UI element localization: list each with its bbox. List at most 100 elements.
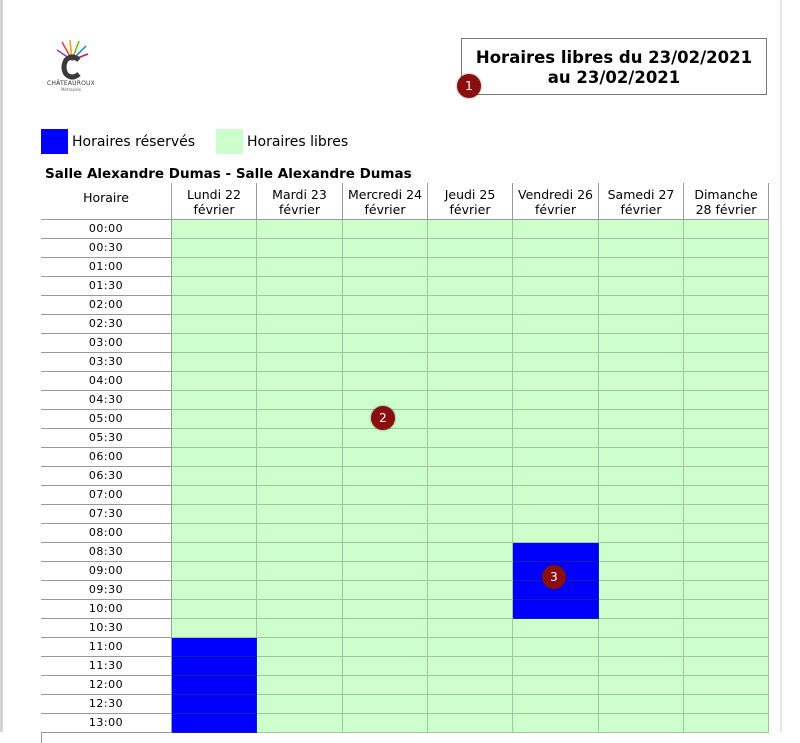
free-slot[interactable]	[172, 353, 257, 372]
free-slot[interactable]	[599, 410, 684, 429]
free-slot[interactable]	[599, 277, 684, 296]
free-slot[interactable]	[513, 505, 599, 524]
free-slot[interactable]	[599, 391, 684, 410]
free-slot[interactable]	[513, 714, 599, 733]
free-slot[interactable]	[428, 581, 513, 600]
free-slot[interactable]	[172, 391, 257, 410]
free-slot[interactable]	[513, 277, 599, 296]
free-slot[interactable]	[513, 239, 599, 258]
reserved-slot[interactable]	[513, 543, 599, 562]
free-slot[interactable]	[684, 562, 769, 581]
free-slot[interactable]	[428, 296, 513, 315]
free-slot[interactable]	[599, 429, 684, 448]
free-slot[interactable]	[599, 657, 684, 676]
free-slot[interactable]	[257, 334, 343, 353]
free-slot[interactable]	[343, 315, 428, 334]
free-slot[interactable]	[599, 486, 684, 505]
free-slot[interactable]	[599, 296, 684, 315]
free-slot[interactable]	[172, 277, 257, 296]
free-slot[interactable]	[684, 581, 769, 600]
free-slot[interactable]	[343, 543, 428, 562]
free-slot[interactable]	[428, 714, 513, 733]
free-slot[interactable]	[257, 619, 343, 638]
free-slot[interactable]	[343, 353, 428, 372]
free-slot[interactable]	[172, 619, 257, 638]
free-slot[interactable]	[599, 714, 684, 733]
free-slot[interactable]	[257, 676, 343, 695]
free-slot[interactable]	[343, 714, 428, 733]
free-slot[interactable]	[513, 429, 599, 448]
free-slot[interactable]	[599, 505, 684, 524]
free-slot[interactable]	[428, 505, 513, 524]
free-slot[interactable]	[172, 486, 257, 505]
free-slot[interactable]	[513, 448, 599, 467]
free-slot[interactable]	[172, 448, 257, 467]
free-slot[interactable]	[343, 258, 428, 277]
free-slot[interactable]	[599, 315, 684, 334]
free-slot[interactable]	[599, 334, 684, 353]
free-slot[interactable]	[172, 296, 257, 315]
free-slot[interactable]	[428, 467, 513, 486]
free-slot[interactable]	[343, 638, 428, 657]
free-slot[interactable]	[599, 581, 684, 600]
free-slot[interactable]	[513, 638, 599, 657]
free-slot[interactable]	[257, 239, 343, 258]
free-slot[interactable]	[599, 543, 684, 562]
free-slot[interactable]	[428, 258, 513, 277]
free-slot[interactable]	[428, 619, 513, 638]
free-slot[interactable]	[428, 239, 513, 258]
free-slot[interactable]	[513, 657, 599, 676]
free-slot[interactable]	[343, 239, 428, 258]
free-slot[interactable]	[599, 220, 684, 239]
free-slot[interactable]	[684, 448, 769, 467]
free-slot[interactable]	[684, 315, 769, 334]
free-slot[interactable]	[513, 676, 599, 695]
free-slot[interactable]	[684, 239, 769, 258]
free-slot[interactable]	[599, 524, 684, 543]
free-slot[interactable]	[257, 714, 343, 733]
free-slot[interactable]	[513, 334, 599, 353]
free-slot[interactable]	[684, 296, 769, 315]
free-slot[interactable]	[599, 258, 684, 277]
free-slot[interactable]	[257, 372, 343, 391]
free-slot[interactable]	[513, 467, 599, 486]
reserved-slot[interactable]	[172, 695, 257, 714]
free-slot[interactable]	[599, 467, 684, 486]
free-slot[interactable]	[684, 391, 769, 410]
free-slot[interactable]	[428, 277, 513, 296]
free-slot[interactable]	[599, 372, 684, 391]
free-slot[interactable]	[684, 505, 769, 524]
free-slot[interactable]	[428, 695, 513, 714]
free-slot[interactable]	[599, 448, 684, 467]
free-slot[interactable]	[257, 543, 343, 562]
free-slot[interactable]	[343, 448, 428, 467]
free-slot[interactable]	[513, 372, 599, 391]
free-slot[interactable]	[257, 353, 343, 372]
free-slot[interactable]	[343, 505, 428, 524]
free-slot[interactable]	[513, 410, 599, 429]
free-slot[interactable]	[684, 600, 769, 619]
free-slot[interactable]	[684, 410, 769, 429]
free-slot[interactable]	[684, 657, 769, 676]
free-slot[interactable]	[172, 467, 257, 486]
free-slot[interactable]	[428, 486, 513, 505]
free-slot[interactable]	[257, 486, 343, 505]
free-slot[interactable]	[684, 486, 769, 505]
free-slot[interactable]	[684, 695, 769, 714]
free-slot[interactable]	[343, 581, 428, 600]
free-slot[interactable]	[172, 315, 257, 334]
free-slot[interactable]	[257, 258, 343, 277]
free-slot[interactable]	[513, 315, 599, 334]
free-slot[interactable]	[428, 562, 513, 581]
free-slot[interactable]	[513, 524, 599, 543]
free-slot[interactable]	[257, 657, 343, 676]
free-slot[interactable]	[513, 619, 599, 638]
free-slot[interactable]	[513, 220, 599, 239]
free-slot[interactable]	[257, 429, 343, 448]
reserved-slot[interactable]	[172, 676, 257, 695]
free-slot[interactable]	[343, 429, 428, 448]
free-slot[interactable]	[684, 372, 769, 391]
free-slot[interactable]	[257, 581, 343, 600]
free-slot[interactable]	[428, 600, 513, 619]
free-slot[interactable]	[684, 619, 769, 638]
